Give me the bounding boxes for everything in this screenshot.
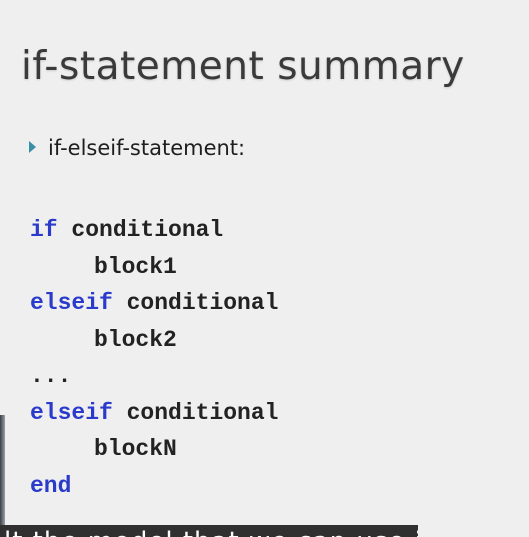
code-line: block2	[94, 326, 177, 353]
subtitle-text: lt the model that we can use if	[4, 527, 418, 537]
code-text: conditional	[112, 399, 279, 426]
code-line: blockN	[94, 436, 177, 462]
code-keyword: elseif	[30, 290, 113, 316]
code-line: elseif conditional	[30, 395, 278, 432]
bullet-triangle-icon	[29, 141, 36, 153]
video-frame-edge	[0, 415, 5, 537]
bullet-text: if-elseif-statement:	[48, 136, 246, 160]
code-line: if conditional	[30, 212, 278, 249]
code-line: ...	[30, 363, 72, 389]
code-keyword: end	[30, 472, 72, 499]
code-text: conditional	[57, 217, 224, 243]
bullet-item: if-elseif-statement:	[29, 136, 245, 160]
code-line: end	[30, 468, 278, 505]
code-text: conditional	[112, 290, 279, 316]
code-keyword: if	[30, 217, 58, 243]
subtitle-caption-bar: lt the model that we can use if	[0, 525, 418, 537]
code-line: elseif conditional	[30, 285, 278, 322]
code-keyword: elseif	[30, 399, 113, 426]
slide-title: if-statement summary	[21, 44, 465, 89]
code-line: block1	[94, 253, 177, 280]
code-block: if conditional block1 elseif conditional bl…	[30, 212, 278, 504]
